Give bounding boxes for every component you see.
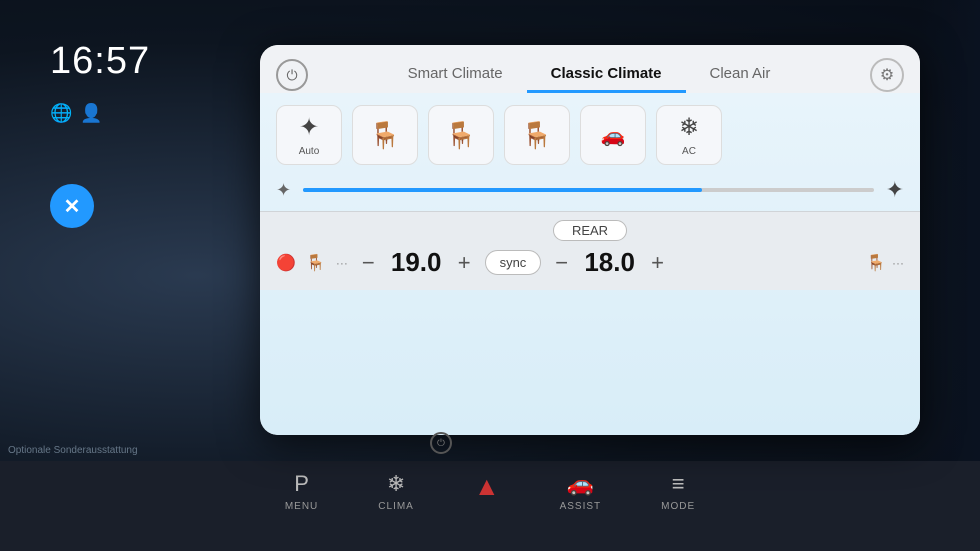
tab-bar: Smart Climate Classic Climate Clean Air [318, 57, 860, 93]
left-temp-plus[interactable]: + [454, 250, 475, 276]
function-buttons-row: ✦ Auto 🪑 🪑 🪑 🚗 ❄ AC [276, 105, 904, 165]
fan-slider-fill [303, 188, 702, 192]
ac-icon: ❄ [679, 113, 699, 142]
menu-label: MENU [285, 501, 318, 512]
profile-icon: 👤 [80, 103, 102, 124]
hardware-bar: P MENU ❄ CLIMA ▲ 🚗 ASSIST ≡ MODE [0, 461, 980, 551]
fan-auto-icon: ✦ [299, 113, 319, 142]
clima-label: CLIMA [378, 501, 414, 512]
caption: Optionale Sonderausstattung [8, 445, 138, 456]
right-temp-minus[interactable]: − [551, 250, 572, 276]
seat-heat-1-button[interactable]: 🪑 [352, 105, 418, 165]
mode-label: MODE [661, 501, 695, 512]
rear-window-icon: 🚗 [601, 123, 626, 148]
screen-power-button[interactable]: ⏻ [430, 432, 452, 454]
settings-button[interactable]: ⚙ [870, 58, 904, 92]
rear-label-row: REAR [276, 220, 904, 241]
tab-clean-air[interactable]: Clean Air [686, 57, 795, 93]
seat-heat-2-icon: 🪑 [445, 120, 477, 151]
hazard-button[interactable]: ▲ [474, 471, 500, 502]
rear-badge: REAR [553, 220, 627, 241]
assist-button[interactable]: 🚗 ASSIST [560, 471, 602, 512]
clima-button[interactable]: ❄ CLIMA [378, 471, 414, 512]
rear-window-button[interactable]: 🚗 [580, 105, 646, 165]
power-icon: ⏻ [286, 67, 297, 84]
mode-icon: ≡ [672, 471, 685, 497]
top-bar: ⏻ Smart Climate Classic Climate Clean Ai… [260, 45, 920, 93]
sync-button[interactable]: sync [485, 250, 542, 275]
main-content: ✦ Auto 🪑 🪑 🪑 🚗 ❄ AC [260, 93, 920, 435]
left-seat-heat-icon-control[interactable]: 🔴 [276, 253, 296, 273]
close-icon: ✕ [64, 194, 81, 219]
screen-power-area: ⏻ [430, 432, 452, 454]
screen-bezel: ⏻ Smart Climate Classic Climate Clean Ai… [260, 45, 920, 435]
hazard-icon: ▲ [474, 471, 500, 502]
seat-heat-2-button[interactable]: 🪑 [428, 105, 494, 165]
menu-icon: P [294, 471, 309, 497]
close-button[interactable]: ✕ [50, 184, 94, 228]
tab-classic-climate[interactable]: Classic Climate [527, 57, 686, 93]
clima-icon: ❄ [387, 471, 405, 497]
screen: ⏻ Smart Climate Classic Climate Clean Ai… [260, 45, 920, 435]
right-temp-value: 18.0 [582, 247, 637, 278]
right-temp-plus[interactable]: + [647, 250, 668, 276]
seat-cool-button[interactable]: 🪑 [504, 105, 570, 165]
settings-icon: ⚙ [880, 65, 894, 85]
left-dots-icon: ··· [336, 256, 348, 270]
temperature-controls: 🔴 🪑 ··· − 19.0 + sync − 18.0 + 🪑 ··· [276, 247, 904, 278]
menu-button[interactable]: P MENU [285, 471, 318, 512]
fan-large-icon: ✦ [886, 177, 904, 203]
seat-heat-1-icon: 🪑 [369, 120, 401, 151]
fan-auto-label: Auto [299, 146, 320, 157]
right-seat-icon[interactable]: 🪑 [866, 253, 886, 273]
assist-icon: 🚗 [567, 471, 594, 497]
time-display: 16:57 [50, 40, 270, 83]
fan-auto-button[interactable]: ✦ Auto [276, 105, 342, 165]
assist-label: ASSIST [560, 501, 602, 512]
seat-cool-icon: 🪑 [521, 120, 553, 151]
fan-speed-row: ✦ ✦ [276, 177, 904, 203]
screen-power-icon: ⏻ [437, 438, 445, 449]
fan-small-icon: ✦ [276, 180, 291, 201]
tab-smart-climate[interactable]: Smart Climate [384, 57, 527, 93]
mode-button[interactable]: ≡ MODE [661, 471, 695, 512]
fan-slider-track[interactable] [303, 188, 873, 192]
status-icons: 🌐 👤 [50, 103, 270, 124]
ac-label: AC [682, 146, 696, 157]
left-temp-value: 19.0 [389, 247, 444, 278]
left-temp-minus[interactable]: − [358, 250, 379, 276]
power-button[interactable]: ⏻ [276, 59, 308, 91]
globe-icon: 🌐 [50, 103, 72, 124]
right-seat-icons: 🪑 ··· [866, 253, 904, 273]
bottom-control-area: REAR 🔴 🪑 ··· − 19.0 + sync − 18.0 + [260, 211, 920, 290]
right-dots-icon: ··· [892, 256, 904, 270]
ac-button[interactable]: ❄ AC [656, 105, 722, 165]
left-seat-icon[interactable]: 🪑 [306, 253, 326, 273]
